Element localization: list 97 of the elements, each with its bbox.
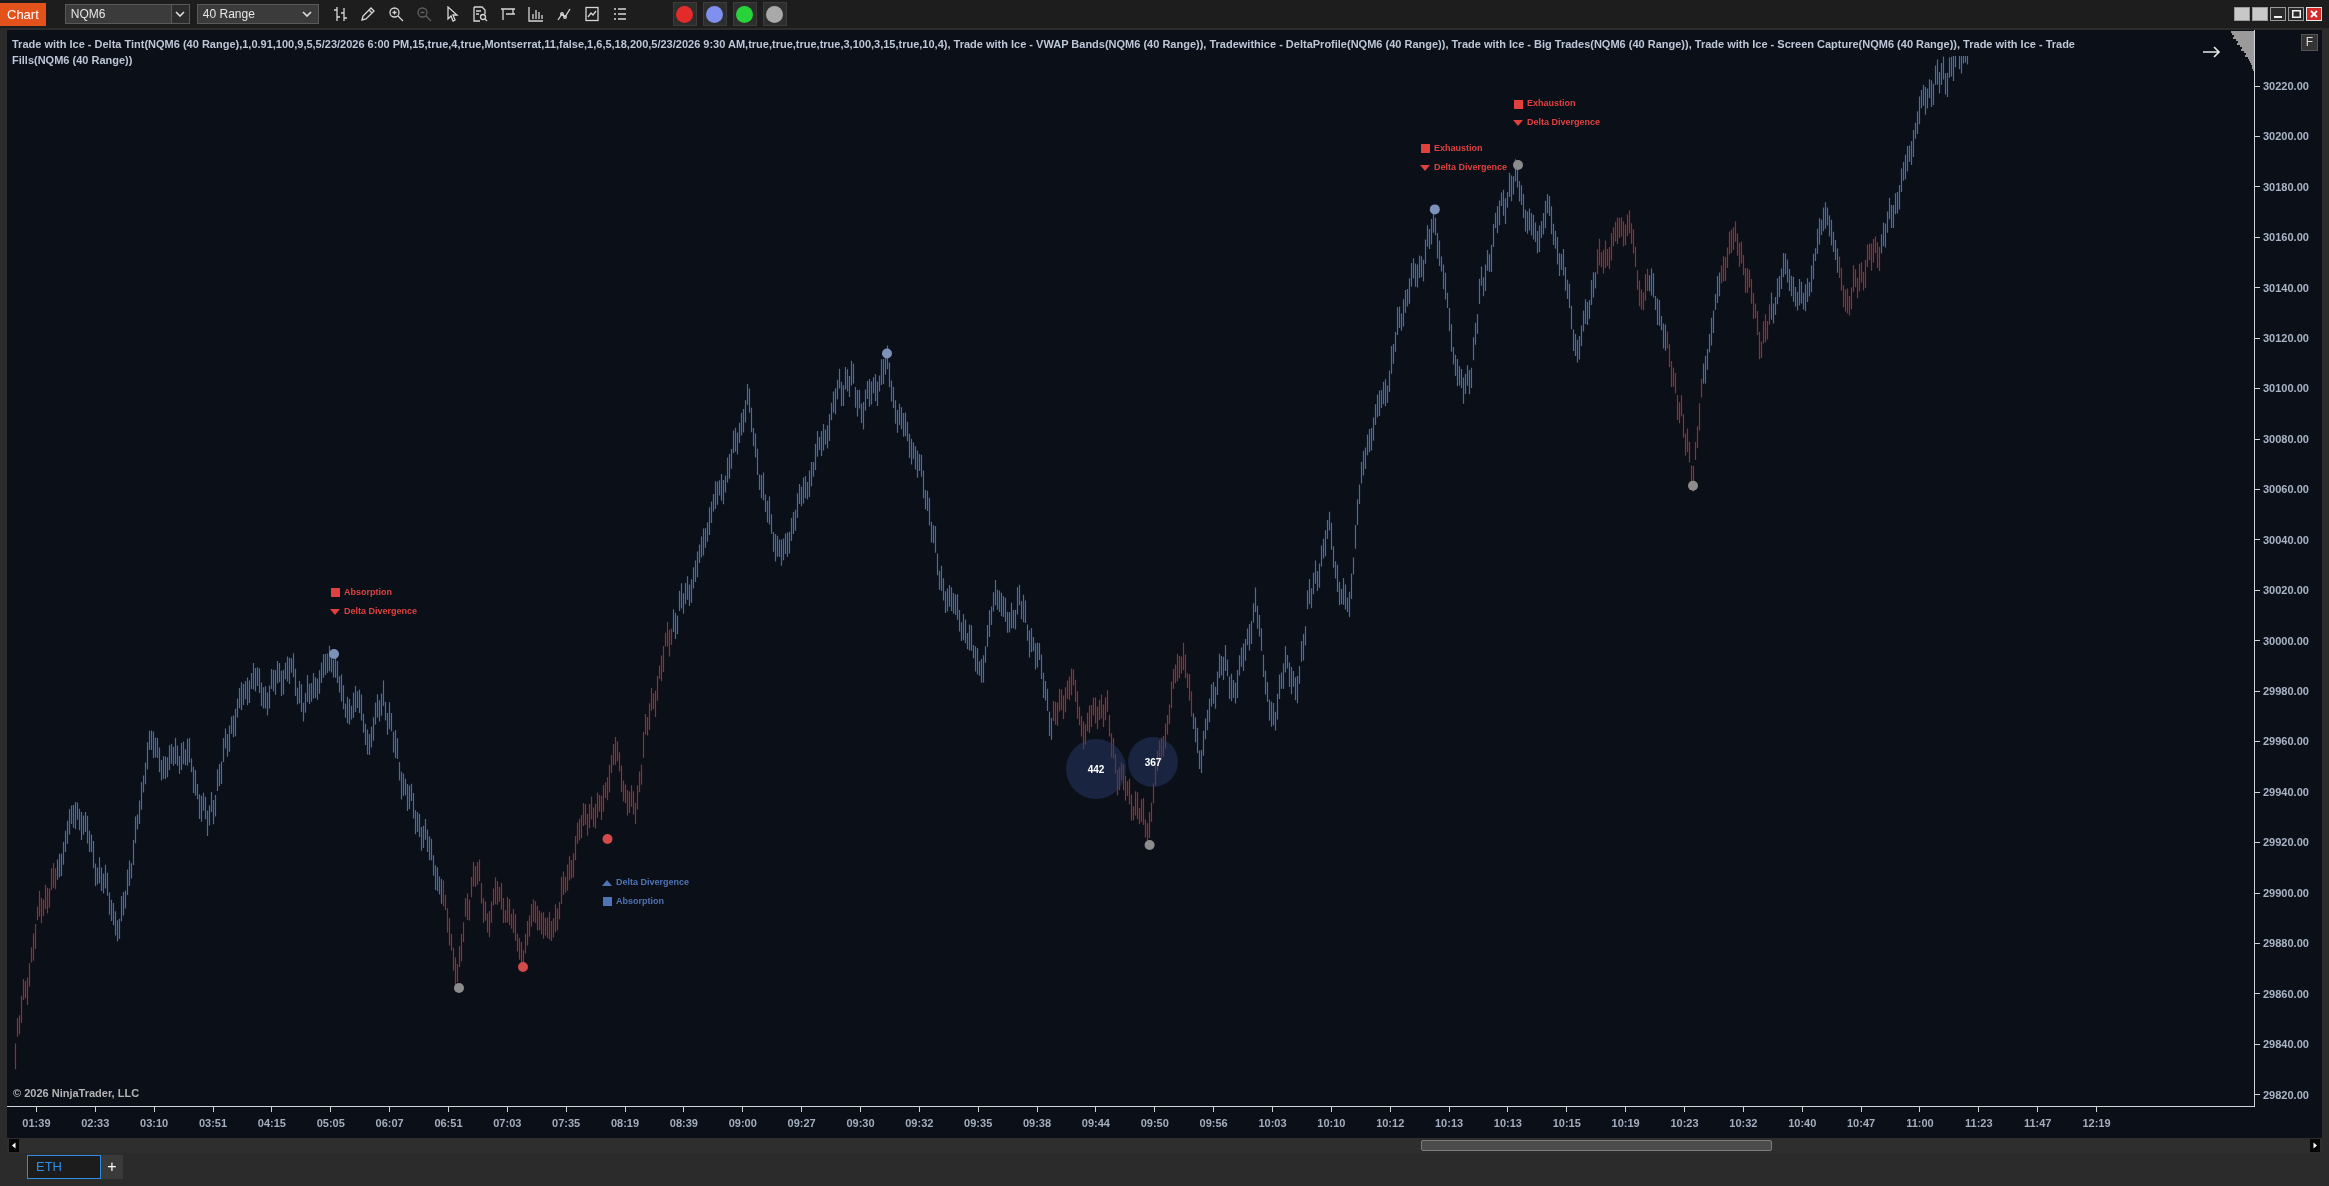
time-label: 09:35 [964, 1117, 993, 1130]
time-label: 10:12 [1376, 1117, 1405, 1130]
price-label: 30140.00 [2263, 280, 2309, 296]
price-label: 30120.00 [2263, 330, 2309, 346]
time-label: 11:00 [1906, 1117, 1934, 1130]
signal-label: Delta Divergence [616, 875, 690, 889]
time-label: 10:23 [1670, 1117, 1699, 1130]
price-label: 29960.00 [2263, 734, 2309, 750]
axis-toggle-button[interactable]: F [2301, 34, 2318, 51]
time-label: 08:19 [610, 1117, 640, 1130]
time-label: 09:50 [1140, 1117, 1169, 1130]
close-button[interactable] [2306, 7, 2322, 21]
time-label: 09:27 [787, 1117, 816, 1130]
time-label: 10:13 [1493, 1117, 1522, 1130]
time-label: 07:03 [493, 1117, 522, 1130]
frame-icon[interactable] [499, 6, 516, 22]
time-label: 09:44 [1081, 1117, 1110, 1130]
signal-label: Delta Divergence [1434, 160, 1508, 174]
interval-dropdown[interactable]: 40 Range [196, 4, 319, 24]
minimize-icon [2274, 15, 2282, 18]
time-label: 01:39 [22, 1117, 51, 1130]
time-label: 09:00 [728, 1117, 757, 1130]
time-label: 09:30 [846, 1117, 875, 1130]
price-label: 30160.00 [2263, 230, 2309, 246]
time-label: 05:05 [316, 1117, 345, 1130]
big-trade-bubble: 367 [1128, 737, 1178, 787]
price-label: 29940.00 [2263, 784, 2309, 800]
time-label: 07:35 [552, 1117, 581, 1130]
bar-chart-icon[interactable] [527, 6, 544, 22]
time-label: 10:13 [1435, 1117, 1464, 1130]
scrollbar-thumb[interactable] [1421, 1140, 1772, 1151]
scroll-right-icon[interactable] [2310, 1139, 2320, 1152]
time-label: 04:15 [257, 1117, 286, 1130]
time-label: 09:32 [905, 1117, 934, 1130]
document-search-icon[interactable] [471, 6, 488, 22]
time-label: 10:32 [1729, 1117, 1758, 1130]
chart-button[interactable]: Chart [0, 2, 46, 26]
close-icon [2310, 10, 2318, 18]
time-label: 10:10 [1317, 1117, 1346, 1130]
price-label: 29840.00 [2263, 1037, 2309, 1053]
list-icon[interactable] [611, 6, 628, 22]
chart-document-icon[interactable] [583, 6, 600, 22]
pencil-icon[interactable] [359, 6, 376, 22]
time-label: 06:07 [375, 1117, 404, 1130]
caret-down-icon [301, 11, 312, 17]
signal-label: Delta Divergence [344, 604, 418, 618]
time-label: 03:10 [140, 1117, 169, 1130]
add-tab-button[interactable]: + [101, 1155, 123, 1179]
caret-down-icon [175, 11, 186, 17]
time-label: 10:15 [1552, 1117, 1581, 1130]
price-label: 29900.00 [2263, 885, 2309, 901]
price-label: 29920.00 [2263, 835, 2309, 851]
instrument-dropdown[interactable]: NQM6 [64, 4, 190, 24]
line-chart-icon[interactable] [555, 6, 572, 22]
volume-profile-drawing [2231, 31, 2254, 71]
time-label: 11:47 [2023, 1117, 2052, 1130]
price-label: 30180.00 [2263, 179, 2309, 195]
signal-label: Delta Divergence [1527, 116, 1601, 130]
time-label: 10:47 [1847, 1117, 1876, 1130]
time-label: 10:03 [1258, 1117, 1287, 1130]
price-label: 30000.00 [2263, 633, 2309, 649]
ohlc-bars-icon[interactable] [331, 6, 348, 22]
price-label: 29860.00 [2263, 986, 2309, 1002]
price-label: 30080.00 [2263, 431, 2309, 447]
copyright-text: © 2026 NinjaTrader, LLC [13, 1086, 140, 1101]
time-label: 09:38 [1022, 1117, 1052, 1130]
price-label: 30060.00 [2263, 482, 2309, 498]
price-label: 30020.00 [2263, 583, 2309, 599]
signal-label: Exhaustion [1527, 97, 1576, 111]
time-label: 09:56 [1199, 1117, 1228, 1130]
time-label: 02:33 [81, 1117, 110, 1130]
scroll-left-icon[interactable] [9, 1139, 19, 1152]
time-label: 12:19 [2082, 1117, 2111, 1130]
signal-label: Absorption [616, 894, 664, 908]
price-label: 29820.00 [2263, 1087, 2309, 1103]
arrow-right-icon[interactable] [2203, 46, 2221, 58]
maximize-button[interactable] [2288, 7, 2304, 21]
zoom-in-icon[interactable] [387, 6, 404, 22]
time-label: 08:39 [669, 1117, 698, 1130]
tab[interactable]: ETH [27, 1155, 101, 1179]
signal-label: Exhaustion [1434, 141, 1483, 155]
price-label: 30200.00 [2263, 129, 2309, 145]
price-label: 30100.00 [2263, 381, 2309, 397]
time-label: 03:51 [198, 1117, 228, 1130]
price-label: 29880.00 [2263, 936, 2309, 952]
minimize-button[interactable] [2270, 7, 2286, 21]
time-label: 10:19 [1611, 1117, 1640, 1130]
price-label: 29980.00 [2263, 684, 2309, 699]
time-label: 10:40 [1788, 1117, 1817, 1130]
time-label: 11:23 [1965, 1117, 1993, 1130]
big-trade-bubble: 442 [1066, 739, 1126, 799]
price-label: 30220.00 [2263, 78, 2309, 94]
price-label: 30040.00 [2263, 532, 2309, 548]
maximize-icon [2291, 10, 2301, 18]
indicator-legend: Trade with Ice - Delta Tint(NQM6 (40 Range),1,0.91,100,9,5,5/23/2026 6:00 PM,15,true,4,true,Montserrat,11,false,1,6,5,18,200,5/23/2026 9:30 AM,true,true,true,true,3,100,3,15,true,10,4), Trade with Ice - VWAP Bands(NQM6 (40 Range)), Tradewithice - DeltaProfile(NQM6 (40 Range)), Trade with Ice - Big Trades(NQM6 (40 Range)), Trade with Ice - Screen Capture(NQM6 (40 Range)), Trade with Ice - Trade Fills(NQM6 (40 Range)) [12, 36, 2087, 68]
signal-label: Absorption [344, 585, 392, 599]
time-label: 06:51 [434, 1117, 463, 1130]
